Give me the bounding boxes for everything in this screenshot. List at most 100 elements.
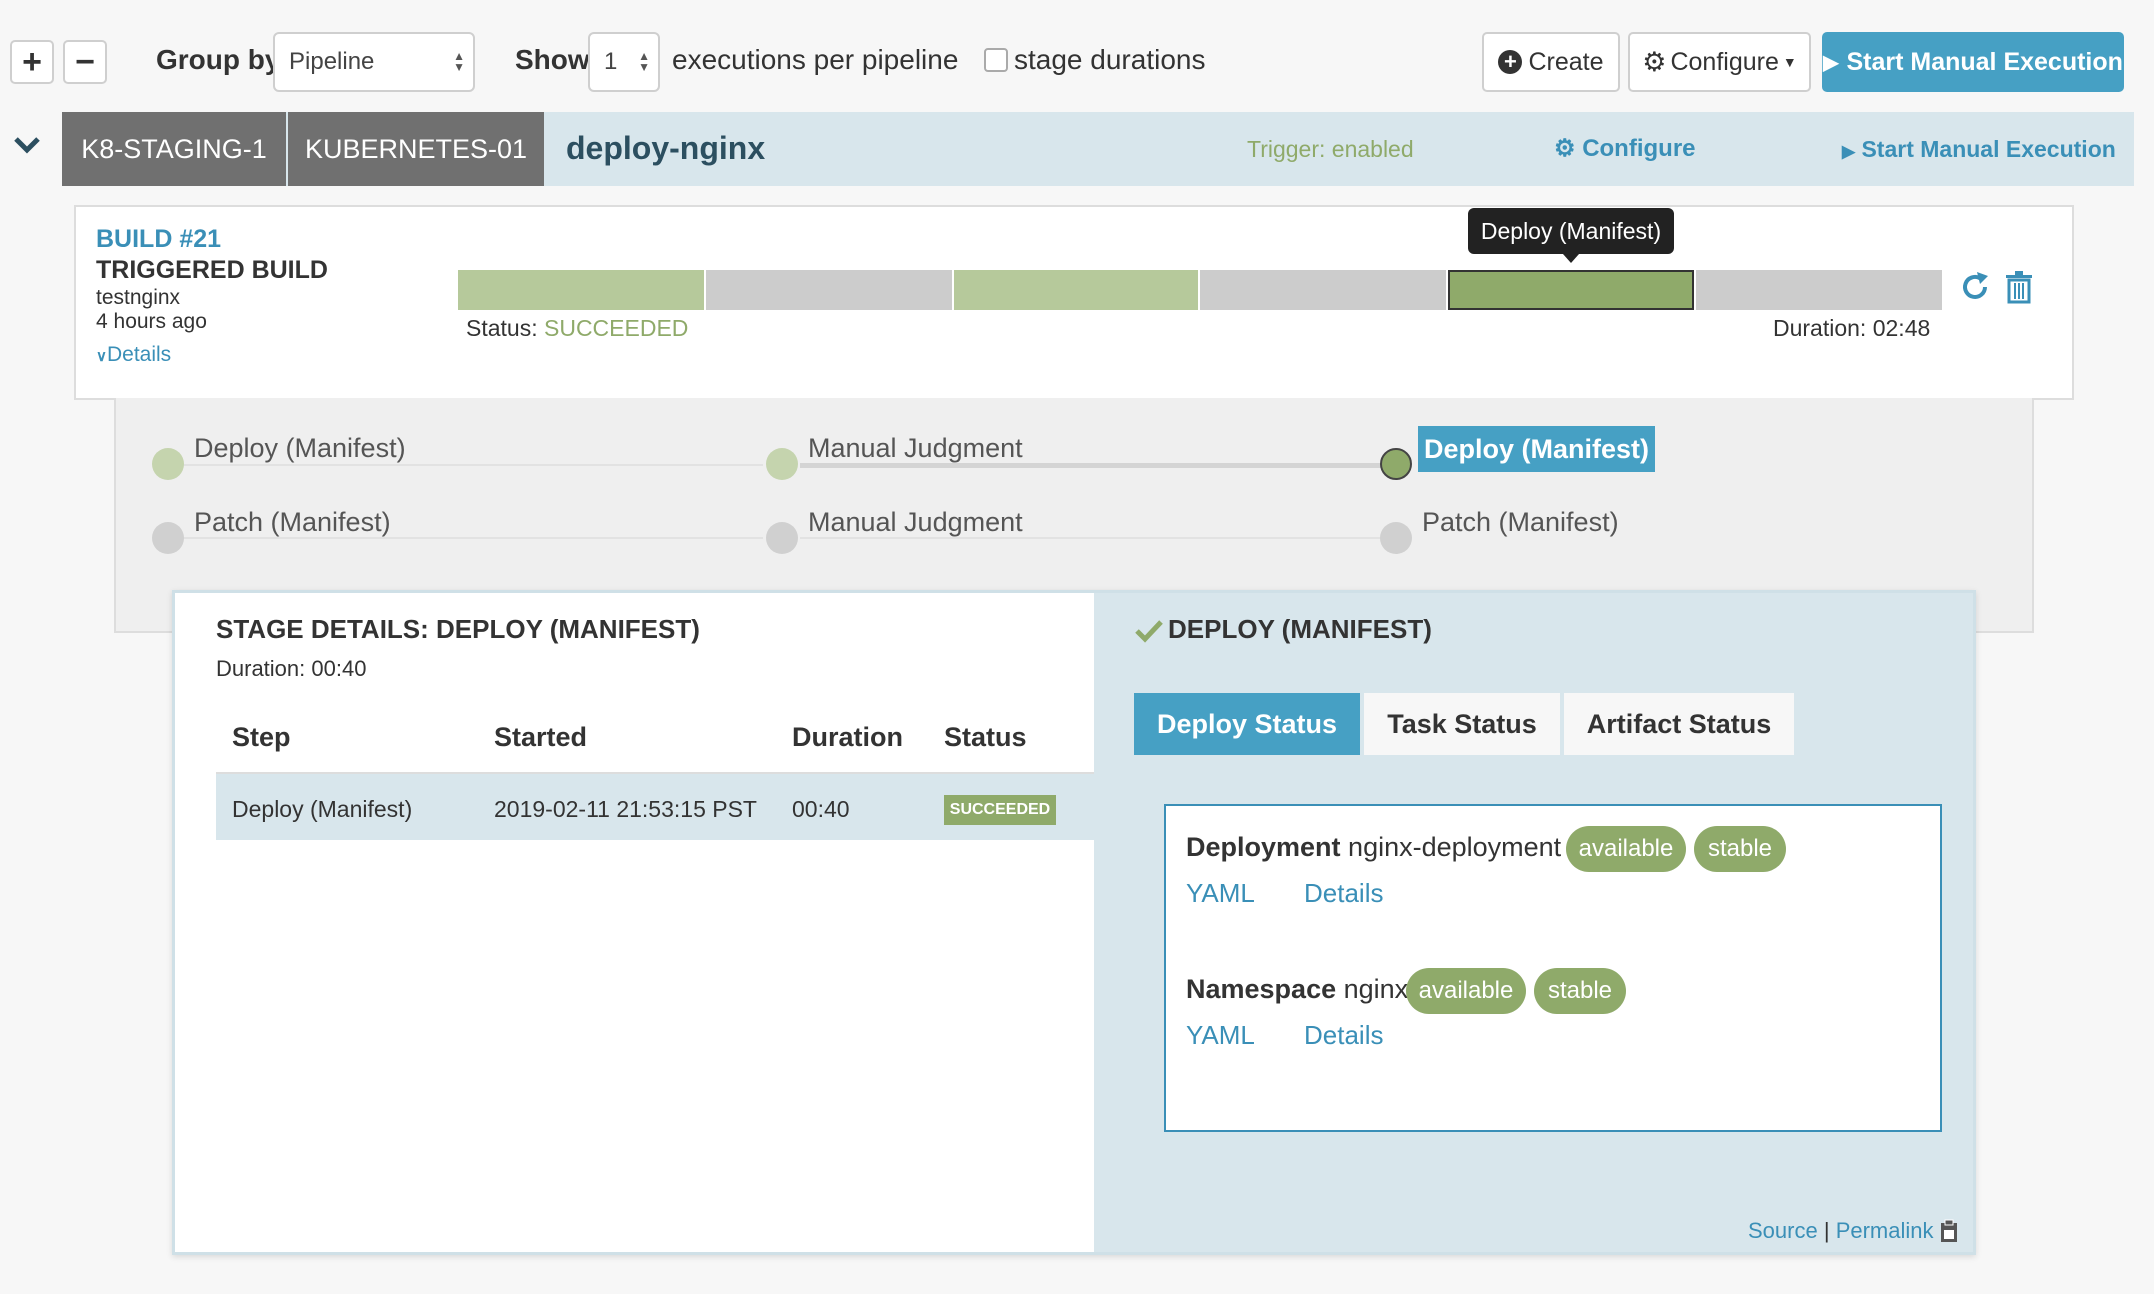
build-number-link[interactable]: BUILD #21: [96, 225, 221, 254]
details-link[interactable]: Details: [1304, 878, 1383, 909]
stage-details-title: STAGE DETAILS: DEPLOY (MANIFEST): [216, 614, 700, 644]
stage-segment[interactable]: [706, 270, 952, 310]
start-manual-execution-button[interactable]: ▶ Start Manual Execution: [1822, 32, 2124, 92]
resource-kind: Namespace: [1186, 974, 1337, 1004]
table-header-status: Status: [944, 722, 1027, 752]
pipeline-configure-label: Configure: [1582, 135, 1696, 162]
execution-status: Status: SUCCEEDED: [466, 315, 688, 342]
trash-icon[interactable]: [2004, 270, 2034, 304]
graph-node[interactable]: [766, 448, 798, 480]
configure-label: Configure: [1670, 47, 1779, 76]
clipboard-icon[interactable]: [1938, 1218, 1960, 1244]
time-ago: 4 hours ago: [96, 310, 207, 333]
trigger-status: Trigger: enabled: [1247, 136, 1414, 162]
account-tag: K8-STAGING-1: [62, 112, 286, 186]
resource-name: nginx: [1343, 974, 1409, 1004]
tab-artifact-status[interactable]: Artifact Status: [1564, 693, 1794, 755]
gear-icon: ⚙: [1554, 135, 1576, 162]
status-value: SUCCEEDED: [544, 315, 689, 341]
graph-node[interactable]: [1380, 522, 1412, 554]
table-cell-duration: 00:40: [792, 796, 850, 822]
pipeline-header: K8-STAGING-1 KUBERNETES-01 deploy-nginx …: [62, 112, 2134, 186]
resource-kind: Deployment: [1186, 832, 1341, 862]
graph-node-label[interactable]: Patch (Manifest): [194, 507, 391, 538]
gear-icon: ⚙: [1642, 46, 1667, 77]
graph-node[interactable]: [152, 522, 184, 554]
table-header-step: Step: [232, 722, 291, 752]
table-header-started: Started: [494, 722, 588, 752]
chevron-down-icon: ∨: [96, 348, 107, 365]
status-badge: SUCCEEDED: [944, 795, 1056, 825]
yaml-link[interactable]: YAML: [1186, 1020, 1255, 1051]
pipeline-start-manual-label: Start Manual Execution: [1861, 136, 2116, 162]
create-label: Create: [1528, 47, 1604, 76]
graph-node-label[interactable]: Deploy (Manifest): [194, 433, 406, 464]
details-link[interactable]: Details: [1304, 1020, 1383, 1051]
executions-count-value: 1: [604, 48, 618, 75]
tab-task-status[interactable]: Task Status: [1364, 693, 1560, 755]
select-arrows-icon: ▲ ▼: [453, 49, 465, 74]
tooltip-arrow: [1563, 254, 1579, 263]
panel-footer: Source | Permalink: [1748, 1218, 1934, 1244]
stage-durations-label: stage durations: [1014, 44, 1206, 75]
stage-durations-checkbox[interactable]: [984, 48, 1008, 72]
badge-stable: stable: [1694, 826, 1786, 872]
details-label: Details: [106, 343, 172, 366]
graph-node-label[interactable]: Manual Judgment: [808, 433, 1023, 464]
create-button[interactable]: + Create: [1482, 32, 1620, 92]
pipeline-configure-link[interactable]: ⚙ Configure: [1554, 134, 1696, 163]
check-icon: [1134, 618, 1164, 644]
graph-node[interactable]: [766, 522, 798, 554]
stage-segment[interactable]: [1200, 270, 1446, 310]
group-by-select[interactable]: Pipeline ▲ ▼: [273, 32, 475, 92]
pipeline-name: deploy-nginx: [566, 130, 766, 166]
graph-node[interactable]: [152, 448, 184, 480]
yaml-link[interactable]: YAML: [1186, 878, 1255, 909]
play-icon: ▶: [1842, 142, 1856, 161]
collapse-pipeline-chevron-icon[interactable]: [12, 130, 42, 160]
pipeline-start-manual-link[interactable]: ▶ Start Manual Execution: [1842, 136, 2116, 163]
table-header-duration: Duration: [792, 722, 903, 752]
stage-tooltip: Deploy (Manifest): [1468, 208, 1674, 254]
select-arrows-icon: ▲ ▼: [638, 49, 650, 74]
configure-dropdown-button[interactable]: ⚙ Configure ▼: [1628, 32, 1811, 92]
graph-node-label[interactable]: Manual Judgment: [808, 507, 1023, 538]
status-label: Status:: [466, 315, 538, 341]
table-cell-started: 2019-02-11 21:53:15 PST: [494, 796, 757, 822]
graph-node-label-active[interactable]: Deploy (Manifest): [1418, 426, 1656, 472]
resource-namespace: Namespace nginx: [1186, 974, 1408, 1005]
executions-per-pipeline-label: executions per pipeline: [672, 44, 959, 75]
details-toggle[interactable]: ∨Details: [96, 343, 171, 367]
show-label: Show: [515, 44, 590, 75]
deploy-panel-title: DEPLOY (MANIFEST): [1168, 614, 1432, 644]
table-cell-step: Deploy (Manifest): [232, 796, 413, 822]
start-manual-label: Start Manual Execution: [1846, 47, 2123, 76]
stage-segment[interactable]: [458, 270, 704, 310]
account-tag: KUBERNETES-01: [288, 112, 544, 186]
group-by-label: Group by: [156, 44, 281, 75]
plus-circle-icon: +: [1498, 50, 1523, 74]
resource-name: nginx-deployment: [1348, 832, 1562, 862]
executions-count-select[interactable]: 1 ▲ ▼: [588, 32, 660, 92]
trigger-name: testnginx: [96, 286, 181, 309]
rerun-icon[interactable]: [1958, 270, 1992, 304]
caret-down-icon: ▼: [1782, 54, 1797, 70]
badge-available: available: [1566, 826, 1686, 872]
badge-stable: stable: [1534, 968, 1626, 1014]
resource-deployment: Deployment nginx-deployment: [1186, 832, 1561, 863]
stage-segment-active[interactable]: [1448, 270, 1694, 310]
collapse-all-button[interactable]: −: [63, 40, 107, 84]
source-link[interactable]: Source: [1748, 1218, 1818, 1243]
stage-segment[interactable]: [954, 270, 1198, 310]
expand-all-button[interactable]: +: [10, 40, 54, 84]
graph-edge: [183, 464, 763, 466]
group-by-value: Pipeline: [289, 48, 375, 75]
tab-deploy-status[interactable]: Deploy Status: [1134, 693, 1360, 755]
footer-separator: |: [1823, 1218, 1830, 1243]
stage-segment[interactable]: [1696, 270, 1942, 310]
graph-node-label[interactable]: Patch (Manifest): [1422, 507, 1619, 538]
permalink-link[interactable]: Permalink: [1836, 1218, 1934, 1243]
graph-node-active[interactable]: [1380, 448, 1412, 480]
trigger-type: TRIGGERED BUILD: [96, 256, 328, 284]
execution-duration: Duration: 02:48: [1773, 315, 1931, 341]
